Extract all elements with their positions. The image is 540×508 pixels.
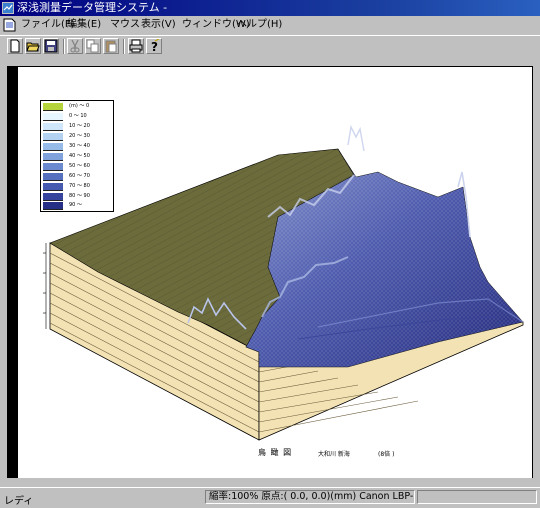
legend-swatch [43,163,63,171]
print-preview-page[interactable]: (m) ～ 0 0 ～ 10 10 ～ 20 20 ～ 30 30 ～ 40 4… [18,67,532,478]
window-title: 深浅測量データ管理システム - [17,1,168,14]
legend-label: (m) ～ 0 [69,103,90,109]
document-icon[interactable] [3,18,16,32]
status-empty-panel [417,490,537,504]
new-file-icon [10,39,20,53]
legend-label: 80 ～ 90 [69,193,90,199]
legend-label: 10 ～ 20 [69,123,90,129]
legend-swatch [43,103,63,111]
drawing-scale: (8倍 ) [378,451,395,458]
legend-row: 70 ～ 80 [43,183,113,191]
toolbar: ? [0,35,540,59]
copy-button[interactable] [85,38,101,54]
legend-row: 20 ～ 30 [43,133,113,141]
legend-swatch [43,113,63,121]
help-button[interactable]: ? [146,38,162,54]
legend-label: 30 ～ 40 [69,143,90,149]
status-bar: レディ 縮率:100% 原点:( 0.0, 0.0)(mm) Canon LBP… [0,487,540,508]
legend-swatch [43,173,63,181]
copy-icon [86,39,99,53]
legend-row: 0 ～ 10 [43,113,113,121]
legend-label: 60 ～ 70 [69,173,90,179]
legend-row: 40 ～ 50 [43,153,113,161]
legend-swatch [43,202,63,210]
workspace: (m) ～ 0 0 ～ 10 10 ～ 20 20 ～ 30 30 ～ 40 4… [0,58,540,485]
status-info-panel: 縮率:100% 原点:( 0.0, 0.0)(mm) Canon LBP-74( [205,490,415,504]
help-icon: ? [151,39,160,53]
document-window: (m) ～ 0 0 ～ 10 10 ～ 20 20 ～ 30 30 ～ 40 4… [7,66,533,478]
legend-label: 90 ～ [69,202,82,208]
legend-swatch [43,153,63,161]
legend-row: 80 ～ 90 [43,193,113,201]
legend-swatch [43,193,63,201]
open-folder-icon [26,42,40,52]
depth-axis-ticks [43,243,47,329]
legend-row: 60 ～ 70 [43,173,113,181]
legend-row: (m) ～ 0 [43,103,113,111]
print-button[interactable] [128,38,144,54]
legend-label: 50 ～ 60 [69,163,90,169]
drawing-title: 鳥 瞰 図 [258,448,293,457]
save-disk-icon [44,39,58,53]
legend-swatch [43,143,63,151]
menu-help[interactable]: ヘルプ(H) [237,18,282,32]
paste-button[interactable] [103,38,119,54]
legend-label: 70 ～ 80 [69,183,90,189]
svg-text:?: ? [151,40,158,53]
new-file-button[interactable] [7,38,23,54]
cut-button[interactable] [67,38,83,54]
paste-icon [105,40,117,53]
app-icon [2,2,14,14]
drawing-subtitle: 大和川 新海 [318,451,350,458]
legend-label: 40 ～ 50 [69,153,90,159]
menu-mouse[interactable]: マウス [110,18,140,32]
legend-label: 0 ～ 10 [69,113,87,119]
menu-edit[interactable]: 編集(E) [67,18,101,32]
legend-row: 30 ～ 40 [43,143,113,151]
legend-row: 10 ～ 20 [43,123,113,131]
title-bar: 深浅測量データ管理システム - [0,0,540,16]
status-ready-text: レディ [4,496,34,507]
legend-swatch [43,133,63,141]
legend-swatch [43,123,63,131]
legend-row: 50 ～ 60 [43,163,113,171]
page-shadow [532,67,533,478]
legend-label: 20 ～ 30 [69,133,90,139]
depth-legend: (m) ～ 0 0 ～ 10 10 ～ 20 20 ～ 30 30 ～ 40 4… [40,100,114,212]
print-icon [129,39,143,53]
open-button[interactable] [25,38,41,54]
save-button[interactable] [43,38,59,54]
menu-bar: ファイル(F) 編集(E) マウス 表示(V) ウィンドウ(W) ヘルプ(H) [0,16,540,34]
legend-swatch [43,183,63,191]
cut-icon [70,39,80,53]
legend-row: 90 ～ [43,202,113,210]
menu-view[interactable]: 表示(V) [141,18,176,32]
